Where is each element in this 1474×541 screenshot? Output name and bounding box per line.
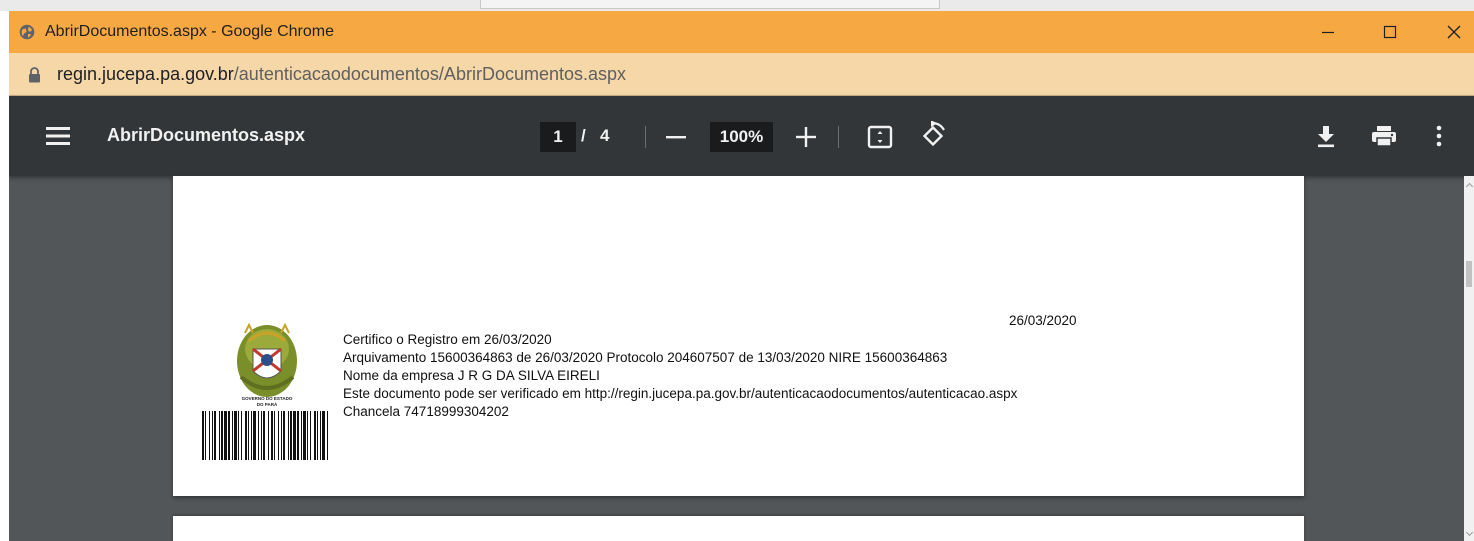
cert-line-registration: Certifico o Registro em 26/03/2020 (343, 332, 552, 347)
pdf-viewer-toolbar: AbrirDocumentos.aspx 1 / 4 100% (9, 96, 1474, 176)
barcode-bar (212, 411, 213, 460)
barcode-bar (202, 411, 204, 460)
barcode-bar (274, 411, 275, 460)
document-title: AbrirDocumentos.aspx (107, 125, 306, 145)
barcode-bar (258, 411, 259, 460)
barcode-bar (281, 411, 282, 460)
barcode-bar (214, 411, 216, 460)
barcode-bar (322, 411, 325, 460)
minimize-button[interactable] (1299, 11, 1357, 53)
barcode-bar (234, 411, 237, 460)
barcode-bar (253, 411, 256, 460)
fit-to-page-icon[interactable] (867, 125, 893, 149)
barcode-bar (224, 411, 227, 460)
rotate-icon[interactable] (918, 121, 948, 151)
barcode-bar (314, 411, 316, 460)
coat-of-arms-logo (237, 322, 297, 397)
barcode-bar (245, 411, 247, 460)
zoom-out-icon[interactable] (665, 130, 687, 144)
pdf-page: 26/03/2020 GOVERNO DO ESTADO DO PARÁ Cer… (173, 176, 1304, 496)
scroll-down-arrow-icon[interactable] (1465, 528, 1474, 537)
barcode-bar (232, 411, 233, 460)
scroll-up-arrow-icon[interactable] (1465, 182, 1474, 191)
document-date: 26/03/2020 (1009, 313, 1077, 328)
close-button[interactable] (1425, 11, 1474, 53)
barcode-bar (251, 411, 252, 460)
coat-of-arms-caption: GOVERNO DO ESTADO DO PARÁ (218, 396, 316, 408)
barcode-bar (283, 411, 285, 460)
barcode-bar (271, 411, 273, 460)
barcode-bar (320, 411, 321, 460)
barcode-bar (278, 411, 279, 460)
url-text[interactable]: regin.jucepa.pa.gov.br/autenticacaodocum… (57, 64, 626, 85)
cert-line-verification: Este documento pode ser verificado em ht… (343, 386, 1018, 401)
page-separator: / (581, 126, 586, 145)
barcode-bar (307, 411, 308, 460)
page-number-input[interactable]: 1 (540, 122, 576, 152)
lock-icon (29, 67, 40, 83)
url-host: regin.jucepa.pa.gov.br (57, 64, 234, 84)
barcode (202, 411, 328, 460)
toolbar-divider (645, 126, 646, 148)
barcode-bar (293, 411, 296, 460)
window-title: AbrirDocumentos.aspx - Google Chrome (45, 23, 335, 40)
cert-line-company: Nome da empresa J R G DA SILVA EIRELI (343, 368, 600, 383)
title-bar[interactable]: AbrirDocumentos.aspx - Google Chrome (9, 11, 1474, 53)
zoom-in-icon[interactable] (795, 126, 817, 148)
barcode-bar (221, 411, 223, 460)
barcode-bar (310, 411, 311, 460)
barcode-bar (301, 411, 302, 460)
print-icon[interactable] (1371, 125, 1397, 147)
zoom-level-input[interactable]: 100% (710, 122, 773, 152)
page-total: 4 (600, 126, 610, 145)
pdf-page-next (173, 516, 1304, 541)
certification-block: Certifico o Registro em 26/03/2020 Arqui… (343, 331, 1017, 421)
address-bar[interactable]: regin.jucepa.pa.gov.br/autenticacaodocum… (9, 53, 1474, 96)
barcode-bar (228, 411, 230, 460)
maximize-icon (1383, 25, 1397, 39)
more-options-icon[interactable] (1430, 124, 1448, 148)
maximize-button[interactable] (1361, 11, 1419, 53)
barcode-bar (268, 411, 269, 460)
toolbar-divider (838, 126, 839, 148)
barcode-bar (290, 411, 292, 460)
barcode-bar (263, 411, 265, 460)
vertical-scrollbar[interactable] (1464, 176, 1474, 541)
barcode-bar (303, 411, 306, 460)
barcode-bar (261, 411, 262, 460)
desktop-background (0, 0, 1474, 11)
barcode-bar (288, 411, 289, 460)
barcode-bar (209, 411, 210, 460)
barcode-bar (317, 411, 318, 460)
barcode-bar (248, 411, 249, 460)
minimize-icon (1322, 31, 1334, 34)
download-icon[interactable] (1315, 124, 1337, 148)
close-icon (1447, 25, 1461, 39)
globe-icon (19, 24, 35, 40)
barcode-bar (327, 411, 328, 460)
barcode-bar (297, 411, 299, 460)
barcode-bar (219, 411, 220, 460)
cert-line-filing: Arquivamento 15600364863 de 26/03/2020 P… (343, 350, 948, 365)
scrollbar-thumb[interactable] (1466, 261, 1472, 287)
background-window-tab (480, 0, 940, 9)
browser-window: AbrirDocumentos.aspx - Google Chrome reg… (9, 11, 1474, 541)
menu-icon[interactable] (45, 124, 71, 148)
url-path: /autenticacaodocumentos/AbrirDocumentos.… (233, 64, 627, 84)
caption-line-2: DO PARÁ (256, 402, 278, 407)
barcode-bar (238, 411, 239, 460)
cert-line-seal: Chancela 74718999304202 (343, 404, 509, 419)
barcode-bar (205, 411, 206, 460)
barcode-bar (241, 411, 242, 460)
